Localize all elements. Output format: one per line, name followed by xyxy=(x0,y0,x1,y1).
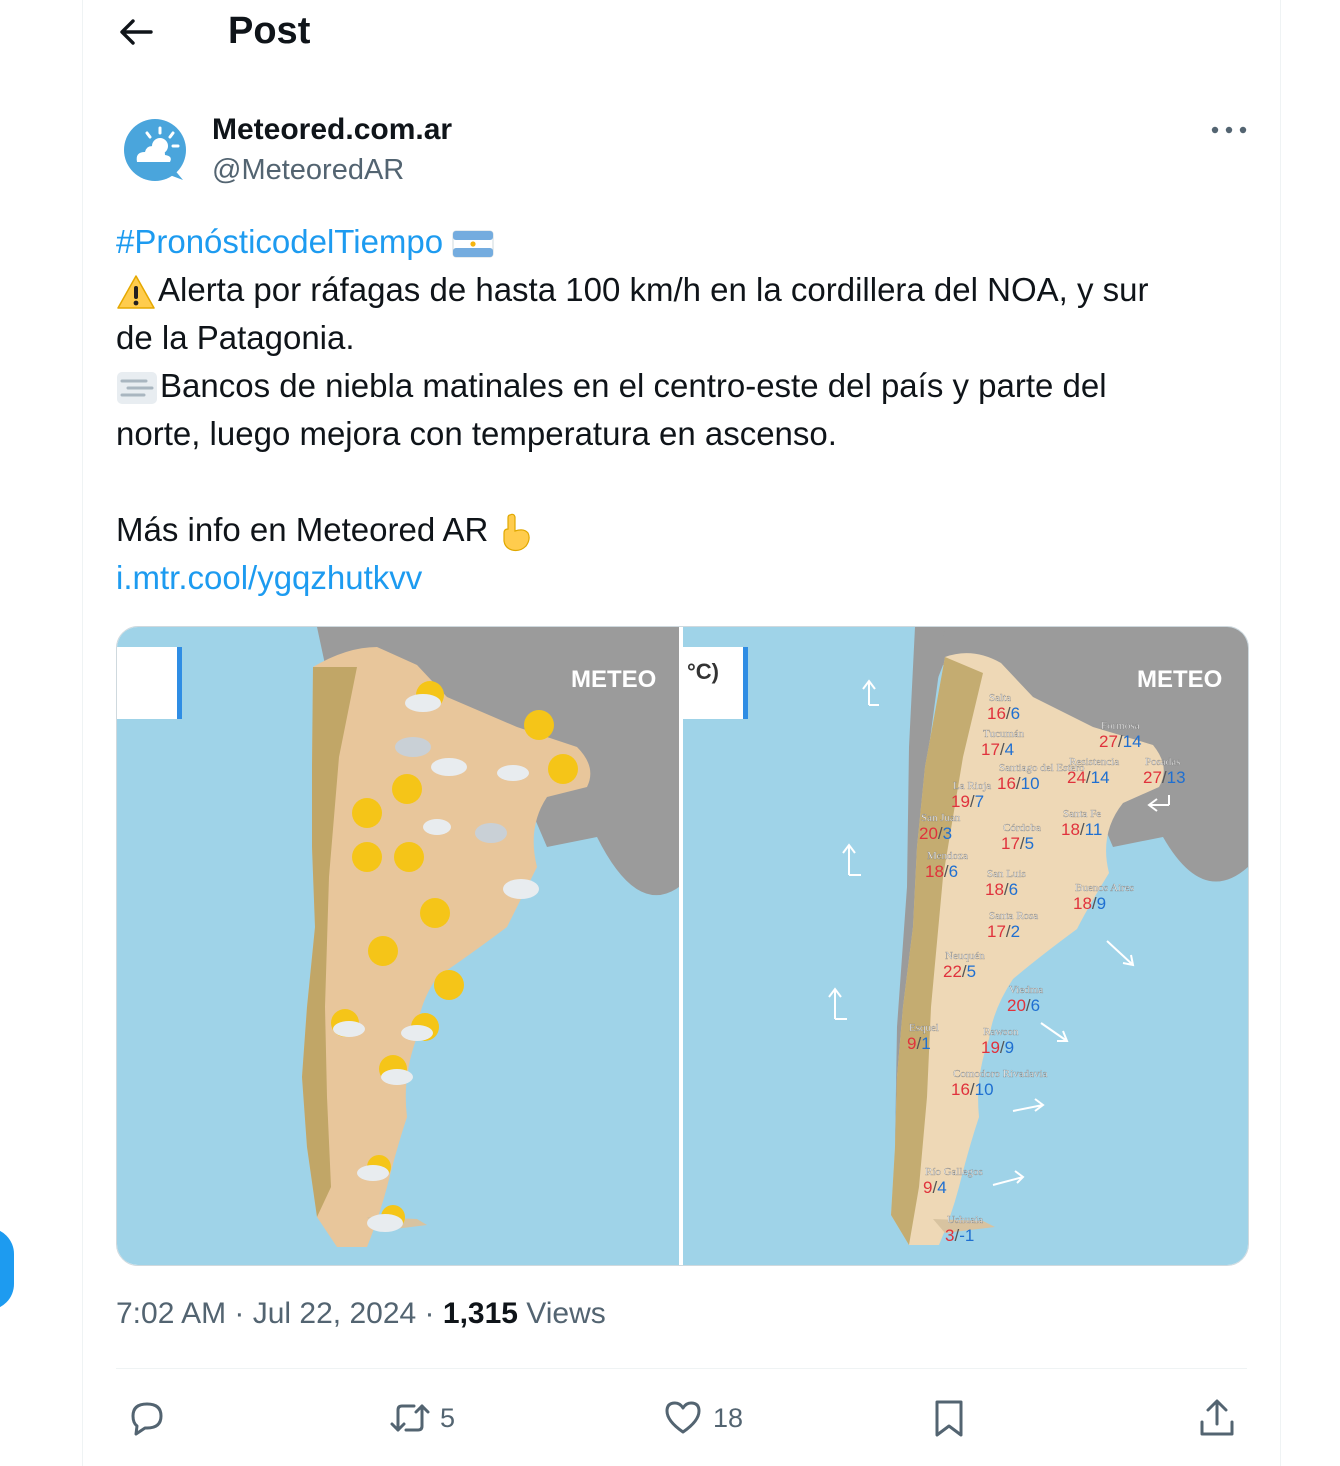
alert-text-line-1: Alerta por ráfagas de hasta 100 km/h en … xyxy=(158,271,1149,308)
city-temperature: 18/9 xyxy=(1073,894,1106,913)
arrow-left-icon xyxy=(120,19,153,45)
bookmark-icon xyxy=(935,1400,963,1437)
alert-text-line-2: de la Patagonia. xyxy=(116,319,355,356)
tweet-text: #PronósticodelTiempo Alerta por ráfagas … xyxy=(116,218,1226,602)
city-name: Santa Fe xyxy=(1063,808,1101,820)
post-time[interactable]: 7:02 AM xyxy=(116,1297,226,1330)
repost-icon xyxy=(390,1404,430,1432)
page-header: Post xyxy=(83,0,1280,66)
city-name: Rawson xyxy=(983,1026,1019,1038)
repost-count: 5 xyxy=(440,1402,456,1433)
city-name: Buenos Aires xyxy=(1075,882,1134,894)
city-temperature: 27/13 xyxy=(1143,768,1186,787)
more-info-text: Más info en Meteored AR xyxy=(116,511,489,548)
map-brand-right: METEO xyxy=(1137,666,1222,693)
city-label: Posadas27/13 xyxy=(1143,756,1186,787)
city-temperature: 16/10 xyxy=(997,774,1040,793)
city-name: Neuquén xyxy=(945,950,985,962)
city-name: Viedma xyxy=(1009,984,1043,996)
city-temperature: 16/6 xyxy=(987,704,1020,723)
post-date[interactable]: Jul 22, 2024 xyxy=(253,1297,416,1330)
views-label: Views xyxy=(517,1297,606,1330)
warning-icon xyxy=(117,275,155,310)
city-temperature: 20/6 xyxy=(1007,996,1040,1015)
temperature-map[interactable]: °C) METEO Salta 16/6 Tucumán 17/4 Santiago d… xyxy=(683,627,1248,1265)
city-temperature: 16/10 xyxy=(951,1080,994,1099)
like-button[interactable]: 18 xyxy=(661,1395,743,1441)
more-horizontal-icon xyxy=(1211,126,1247,134)
city-temperature: 18/6 xyxy=(985,880,1018,899)
heart-icon xyxy=(665,1401,701,1434)
city-name: San Luis xyxy=(987,868,1026,880)
post-column: Post Meteored.com.ar @MeteoredAR #Pronós xyxy=(82,0,1281,1466)
city-name: Río Gallegos xyxy=(925,1166,983,1178)
author-handle[interactable]: @MeteoredAR xyxy=(212,154,404,187)
city-temperature: 17/5 xyxy=(1001,834,1034,853)
city-temperature: 24/14 xyxy=(1067,768,1110,787)
city-temperature: 19/7 xyxy=(951,792,984,811)
city-temperature: 9/4 xyxy=(923,1178,947,1197)
city-name: San Juan xyxy=(921,812,961,824)
city-name: Ushuaia xyxy=(947,1214,983,1226)
city-label: Viedma20/6 xyxy=(1007,984,1043,1015)
fog-icon xyxy=(117,372,157,405)
city-temperature: 27/14 xyxy=(1099,732,1142,751)
compose-fab-edge[interactable] xyxy=(0,1228,14,1310)
meta-separator: · xyxy=(226,1297,253,1330)
page-title: Post xyxy=(228,10,311,52)
views-count: 1,315 xyxy=(442,1297,518,1330)
external-link[interactable]: i.mtr.cool/ygqzhutkvv xyxy=(116,554,1226,602)
reply-icon xyxy=(131,1402,163,1436)
pointing-down-icon xyxy=(502,514,530,552)
reply-button[interactable] xyxy=(125,1395,177,1441)
city-temperature: 9/1 xyxy=(907,1034,931,1053)
hashtag-link[interactable]: #PronósticodelTiempo xyxy=(116,223,443,260)
city-label: Santa Fe18/11 xyxy=(1061,808,1102,839)
city-name: Salta xyxy=(989,692,1011,704)
city-name: Resistencia xyxy=(1069,756,1119,768)
fog-text-line-2: norte, luego mejora con temperatura en a… xyxy=(116,415,837,452)
argentina-flag-icon xyxy=(452,230,494,258)
map-brand-left: METEO xyxy=(571,666,656,693)
city-temperature: 22/5 xyxy=(943,962,976,981)
share-icon xyxy=(1200,1399,1234,1436)
weather-icons-map[interactable]: METEO xyxy=(117,627,679,1265)
city-temperature: 3/-1 xyxy=(945,1226,974,1245)
meta-separator: · xyxy=(416,1297,443,1330)
city-name: Santa Rosa xyxy=(989,910,1038,922)
city-label: Formosa27/14 xyxy=(1099,720,1142,751)
city-name: Tucumán xyxy=(983,728,1025,740)
city-name: Mendoza xyxy=(927,850,968,862)
city-name: Esquel xyxy=(909,1022,939,1034)
map-unit-fragment: °C) xyxy=(687,659,719,684)
media-grid[interactable]: METEO °C) METEO Salta 16/6 Tucumán 17/4 … xyxy=(116,626,1249,1266)
city-name: Córdoba xyxy=(1003,822,1041,834)
city-temperature: 18/6 xyxy=(925,862,958,881)
city-name: Comodoro Rivadavia xyxy=(953,1068,1048,1080)
city-temperature: 17/4 xyxy=(981,740,1014,759)
city-label: Rawson19/9 xyxy=(981,1026,1019,1057)
more-options-button[interactable] xyxy=(1205,112,1255,148)
city-temperature: 20/3 xyxy=(919,824,952,843)
city-name: Formosa xyxy=(1101,720,1140,732)
post-meta: 7:02 AM · Jul 22, 2024 · 1,315 Views xyxy=(116,1297,606,1331)
city-name: La Rioja xyxy=(953,780,991,792)
back-button[interactable] xyxy=(115,12,155,52)
city-temperature: 19/9 xyxy=(981,1038,1014,1057)
fog-text-line-1: Bancos de niebla matinales en el centro-… xyxy=(160,367,1107,404)
avatar[interactable] xyxy=(123,118,187,182)
city-temperature: 17/2 xyxy=(987,922,1020,941)
bookmark-button[interactable] xyxy=(927,1395,971,1441)
city-name: Posadas xyxy=(1145,756,1180,768)
repost-button[interactable]: 5 xyxy=(388,1395,455,1441)
city-temperature: 18/11 xyxy=(1061,820,1102,839)
divider xyxy=(116,1368,1247,1369)
like-count: 18 xyxy=(713,1402,744,1433)
share-button[interactable] xyxy=(1195,1395,1239,1441)
author-display-name[interactable]: Meteored.com.ar xyxy=(212,113,452,147)
